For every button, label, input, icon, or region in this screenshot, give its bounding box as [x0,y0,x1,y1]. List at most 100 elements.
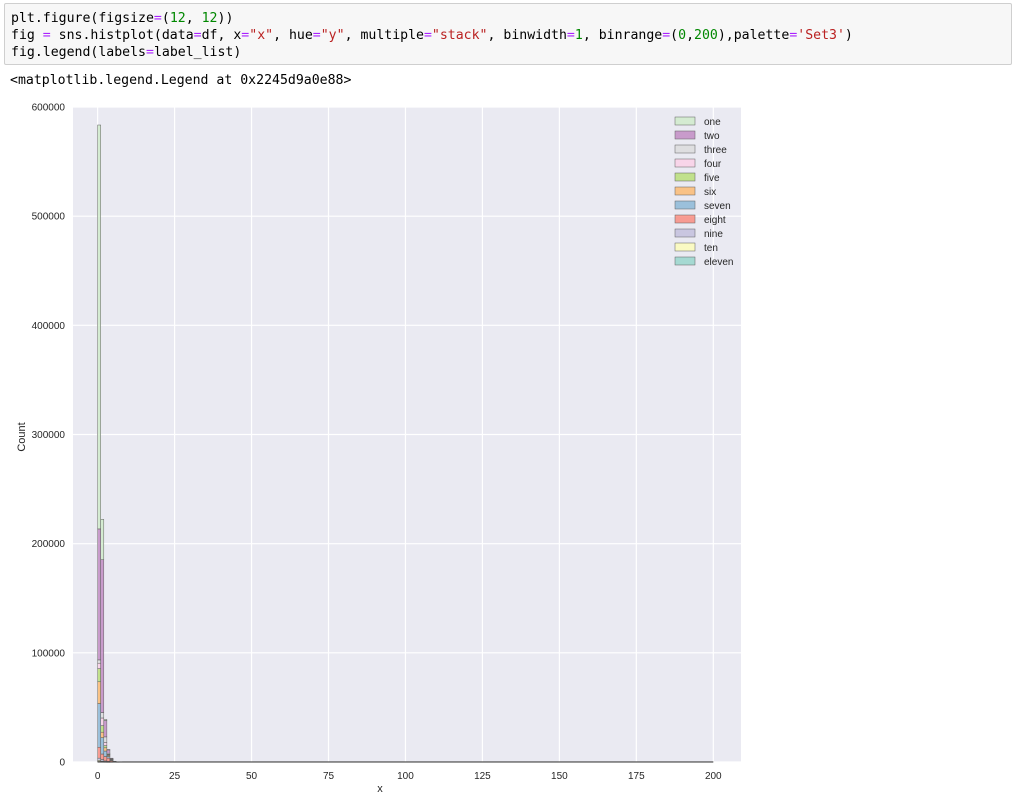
legend-swatch [674,228,696,238]
y-tick-label: 0 [59,758,65,769]
legend-swatch [674,130,696,140]
legend-label: six [704,187,716,198]
code-token: )) [217,11,234,26]
bar-six [103,747,108,752]
y-tick-label: 500000 [32,212,66,223]
cell-output-text: <matplotlib.legend.Legend at 0x2245d9a0e… [10,73,352,88]
bar-nine [97,659,101,664]
legend-label: ten [704,243,718,254]
legend-swatch [674,144,696,154]
bar-six [97,681,101,704]
code-token: = [312,28,321,43]
code-token: fig [11,28,43,43]
code-token: 1 [574,28,583,43]
code-token: 'Set3' [797,28,845,43]
code-token: ) [844,28,853,43]
bar-four [100,753,105,760]
bar-seven [103,745,108,749]
bar-eight [100,717,105,726]
bar-eleven [103,719,108,721]
code-token: ),palette [717,28,790,43]
code-token: label_list) [153,45,242,60]
legend-swatch [674,186,696,196]
code-token: sns.histplot(data [50,28,194,43]
code-token: ( [670,28,679,43]
code-token: 0 [678,28,687,43]
y-tick-label: 300000 [32,430,66,441]
code-token: = [423,28,432,43]
legend-swatch [674,116,696,126]
code-token: 12 [169,11,186,26]
bar-ten [97,528,101,661]
bar-eleven [100,519,105,560]
code-cell[interactable]: plt.figure(figsize=(12, 12)) fig = sns.hi… [4,3,1012,65]
code-token: , multiple [344,28,424,43]
bar-five [100,737,105,755]
y-tick-label: 400000 [32,321,66,332]
legend-swatch [674,214,696,224]
bar-eight [97,662,101,669]
x-tick-label: 0 [95,771,101,782]
bar-seven [100,725,105,733]
bar-ten [103,720,108,738]
bar-four [97,747,101,759]
bar-four [103,756,108,762]
y-tick-label: 600000 [32,103,66,114]
legend-swatch [674,158,696,168]
y-tick-label: 100000 [32,648,66,659]
bar-nine [103,736,108,743]
x-tick-label: 200 [705,771,722,782]
code-token: = [153,11,162,26]
bar-four [106,757,111,762]
code-token: "x" [249,28,274,43]
legend-label: nine [704,229,723,240]
code-token: 12 [201,11,218,26]
code-token: , [185,11,202,26]
x-tick-label: 125 [474,771,491,782]
legend-label: three [704,145,727,156]
code-token: plt.figure(figsize [11,11,154,26]
bar-six [100,731,105,738]
bar-seven [97,668,101,683]
x-tick-label: 75 [323,771,335,782]
bar-ten [106,749,111,754]
x-tick-labels: 0 25 50 75 100 125 150 175 200 [95,771,722,782]
legend-label: seven [704,201,731,212]
legend-swatch [674,256,696,266]
x-tick-label: 100 [397,771,414,782]
code-editor[interactable]: plt.figure(figsize=(12, 12)) fig = sns.hi… [11,10,1005,61]
legend-label: eleven [704,257,733,268]
code-token: , binrange [582,28,663,43]
x-axis-label: x [377,783,383,795]
code-token: , hue [273,28,313,43]
code-token: = [566,28,575,43]
legend-label: eight [704,215,726,226]
y-tick-label: 200000 [32,539,66,550]
code-token: "stack" [431,28,488,43]
code-line: fig = sns.histplot(data=df, x="x", hue="… [11,27,1005,44]
y-tick-labels: 0 100000 200000 300000 400000 500000 600000 [32,103,66,769]
bar-nine [100,712,105,719]
legend-label: two [704,131,720,142]
x-tick-label: 150 [551,771,568,782]
bar-five [97,703,101,748]
code-token: = [662,28,671,43]
x-tick-label: 175 [628,771,645,782]
code-token: = [193,28,202,43]
legend-swatch [674,200,696,210]
x-tick-label: 50 [246,771,258,782]
x-tick-label: 25 [169,771,181,782]
code-token: "y" [320,28,345,43]
histogram-chart: 0 25 50 75 100 125 150 175 200 0 100000 200000 3000… [16,103,741,795]
code-token: ( [161,11,170,26]
legend-label: four [704,159,722,170]
code-token: df, x [201,28,242,43]
code-token: = [42,28,51,43]
code-token: = [145,45,154,60]
legend-label: one [704,117,721,128]
code-token: , [686,28,695,43]
y-axis-label: Count [16,422,28,451]
code-line: fig.legend(labels=label_list) [11,44,1005,61]
bar-ten [100,559,105,713]
code-token: , binwidth [487,28,567,43]
